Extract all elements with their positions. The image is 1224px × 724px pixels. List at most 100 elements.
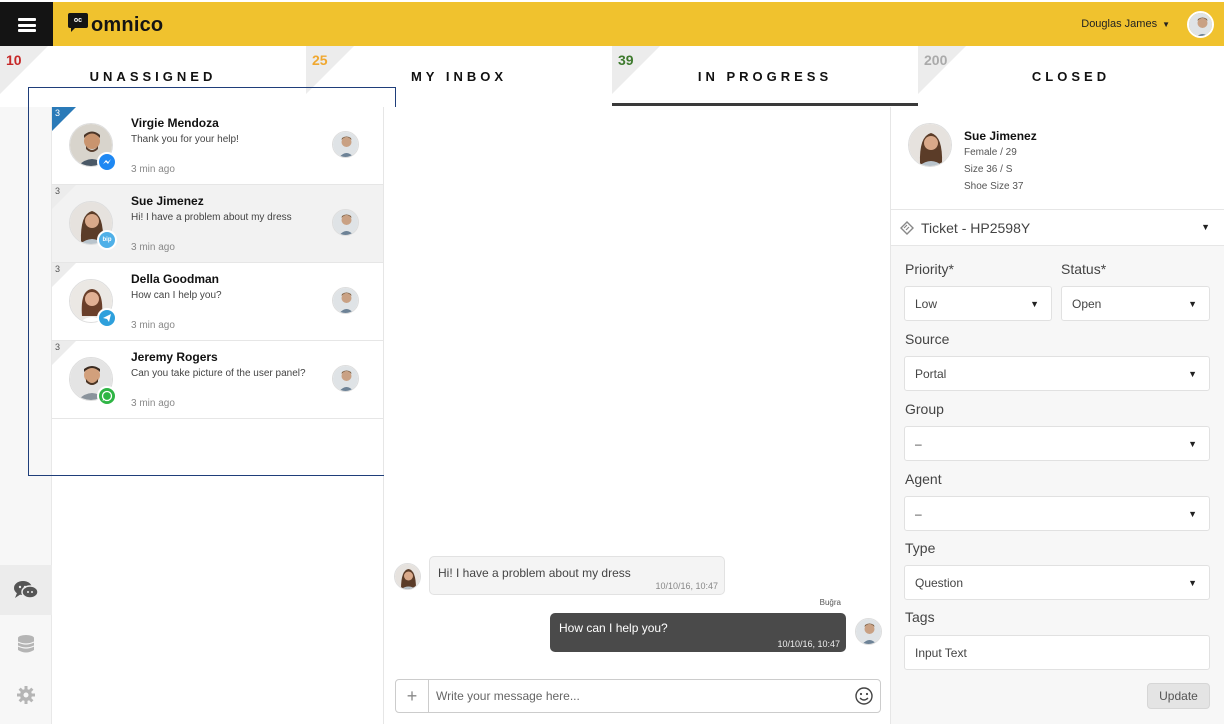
status-label: Status* xyxy=(1061,261,1107,277)
messenger-icon xyxy=(97,152,117,172)
tab-count: 200 xyxy=(924,52,948,68)
conversation-item[interactable]: 3 Jeremy Rogers Can you take picture of … xyxy=(52,341,383,419)
unread-badge: 3 xyxy=(55,264,61,274)
agent-avatar xyxy=(332,365,359,392)
bip-icon-text: bip xyxy=(102,237,112,243)
tab-label: CLOSED xyxy=(1031,69,1111,84)
rail-item-settings[interactable] xyxy=(0,670,52,720)
type-value: Question xyxy=(915,576,964,590)
conversation-item[interactable]: 3 Virgie Mendoza Thank you for your help… xyxy=(52,107,383,185)
tab-count: 25 xyxy=(312,52,328,68)
message-composer: + xyxy=(395,679,881,713)
chat-area: Hi! I have a problem about my dress 10/1… xyxy=(384,107,890,724)
message-timestamp: 10/10/16, 10:47 xyxy=(655,581,718,591)
priority-value: Low xyxy=(915,297,938,311)
message-text: How can I help you? xyxy=(559,621,668,635)
agent-label: Agent xyxy=(905,471,942,487)
tab-unassigned[interactable]: 10 UNASSIGNED xyxy=(0,46,306,106)
user-avatar[interactable] xyxy=(1187,11,1214,38)
left-rail xyxy=(0,107,52,724)
source-select[interactable]: Portal ▼ xyxy=(904,356,1210,391)
agent-select[interactable]: – ▼ xyxy=(904,496,1210,531)
last-message: Thank you for your help! xyxy=(131,134,239,145)
last-message: How can I help you? xyxy=(131,290,222,301)
logo-mark: oc xyxy=(68,13,88,32)
tags-placeholder: Input Text xyxy=(915,646,967,660)
message-text: Hi! I have a problem about my dress xyxy=(438,566,631,580)
group-label: Group xyxy=(905,401,944,417)
rail-item-database[interactable] xyxy=(0,619,52,669)
ticket-icon xyxy=(899,220,915,236)
caret-down-icon: ▼ xyxy=(1188,439,1197,449)
source-label: Source xyxy=(905,331,950,347)
tab-count: 10 xyxy=(6,52,22,68)
contact-name: Della Goodman xyxy=(131,272,220,286)
message-timestamp: 10/10/16, 10:47 xyxy=(777,639,840,649)
incoming-message-bubble: Hi! I have a problem about my dress 10/1… xyxy=(429,556,725,595)
last-message: Hi! I have a problem about my dress xyxy=(131,212,292,223)
unread-badge: 3 xyxy=(55,186,61,196)
tab-in-progress[interactable]: 39 IN PROGRESS xyxy=(612,46,918,106)
ticket-panel: Sue Jimenez Female / 29 Size 36 / S Shoe… xyxy=(890,107,1224,724)
group-select[interactable]: – ▼ xyxy=(904,426,1210,461)
logo[interactable]: oc omnico xyxy=(68,13,163,37)
priority-select[interactable]: Low ▼ xyxy=(904,286,1052,321)
conversation-list: 3 Virgie Mendoza Thank you for your help… xyxy=(52,107,384,724)
agent-value: – xyxy=(915,507,922,521)
tab-closed[interactable]: 200 CLOSED xyxy=(918,46,1224,106)
contact-name: Sue Jimenez xyxy=(131,194,204,208)
database-icon xyxy=(17,635,35,653)
attach-plus-button[interactable]: + xyxy=(396,680,429,712)
agent-avatar xyxy=(332,131,359,158)
whatsapp-icon xyxy=(97,386,117,406)
unread-badge: 3 xyxy=(55,108,61,118)
chat-icon xyxy=(14,581,39,599)
last-message: Can you take picture of the user panel? xyxy=(131,368,306,379)
caret-down-icon: ▼ xyxy=(1162,19,1170,29)
message-input[interactable] xyxy=(436,687,836,705)
caret-down-icon: ▼ xyxy=(1188,299,1197,309)
ticket-header[interactable]: Ticket - HP2598Y ▼ xyxy=(891,210,1224,246)
settings-icon xyxy=(17,686,35,704)
timestamp: 3 min ago xyxy=(131,398,175,409)
tags-input[interactable]: Input Text xyxy=(904,635,1210,670)
agent-avatar xyxy=(332,209,359,236)
tags-label: Tags xyxy=(905,609,935,625)
timestamp: 3 min ago xyxy=(131,242,175,253)
status-select[interactable]: Open ▼ xyxy=(1061,286,1210,321)
rail-item-chat[interactable] xyxy=(0,565,52,615)
sender-name: Buğra xyxy=(819,598,841,607)
caret-down-icon: ▼ xyxy=(1188,509,1197,519)
conversation-item[interactable]: 3 bip Sue Jimenez Hi! I have a problem a… xyxy=(52,185,383,263)
caret-down-icon: ▼ xyxy=(1201,222,1210,232)
conversation-item[interactable]: 3 Della Goodman How can I help you? 3 mi… xyxy=(52,263,383,341)
agent-avatar xyxy=(855,618,882,645)
tab-my-inbox[interactable]: 25 MY INBOX xyxy=(306,46,612,106)
top-bar: oc omnico Douglas James ▼ xyxy=(0,0,1224,48)
user-name: Douglas James xyxy=(1081,18,1158,30)
group-value: – xyxy=(915,437,922,451)
logo-text: omnico xyxy=(91,14,164,36)
unread-badge: 3 xyxy=(55,342,61,352)
user-menu[interactable]: Douglas James ▼ xyxy=(1081,18,1170,30)
telegram-icon xyxy=(97,308,117,328)
caret-down-icon: ▼ xyxy=(1188,578,1197,588)
smiley-icon xyxy=(855,687,873,705)
contact-name: Jeremy Rogers xyxy=(131,350,218,364)
type-select[interactable]: Question ▼ xyxy=(904,565,1210,600)
profile-size: Size 36 / S xyxy=(964,164,1013,175)
menu-icon xyxy=(17,18,36,32)
outgoing-message-bubble: How can I help you? 10/10/16, 10:47 xyxy=(550,613,846,652)
bip-icon: bip xyxy=(97,230,117,250)
hamburger-menu-button[interactable] xyxy=(0,2,53,48)
agent-avatar xyxy=(332,287,359,314)
caret-down-icon: ▼ xyxy=(1188,369,1197,379)
status-value: Open xyxy=(1072,297,1102,311)
profile-gender-age: Female / 29 xyxy=(964,147,1017,158)
timestamp: 3 min ago xyxy=(131,164,175,175)
type-label: Type xyxy=(905,540,936,556)
emoji-button[interactable] xyxy=(854,686,874,706)
tab-label: MY INBOX xyxy=(410,69,508,84)
tab-count: 39 xyxy=(618,52,634,68)
update-button[interactable]: Update xyxy=(1147,683,1210,709)
